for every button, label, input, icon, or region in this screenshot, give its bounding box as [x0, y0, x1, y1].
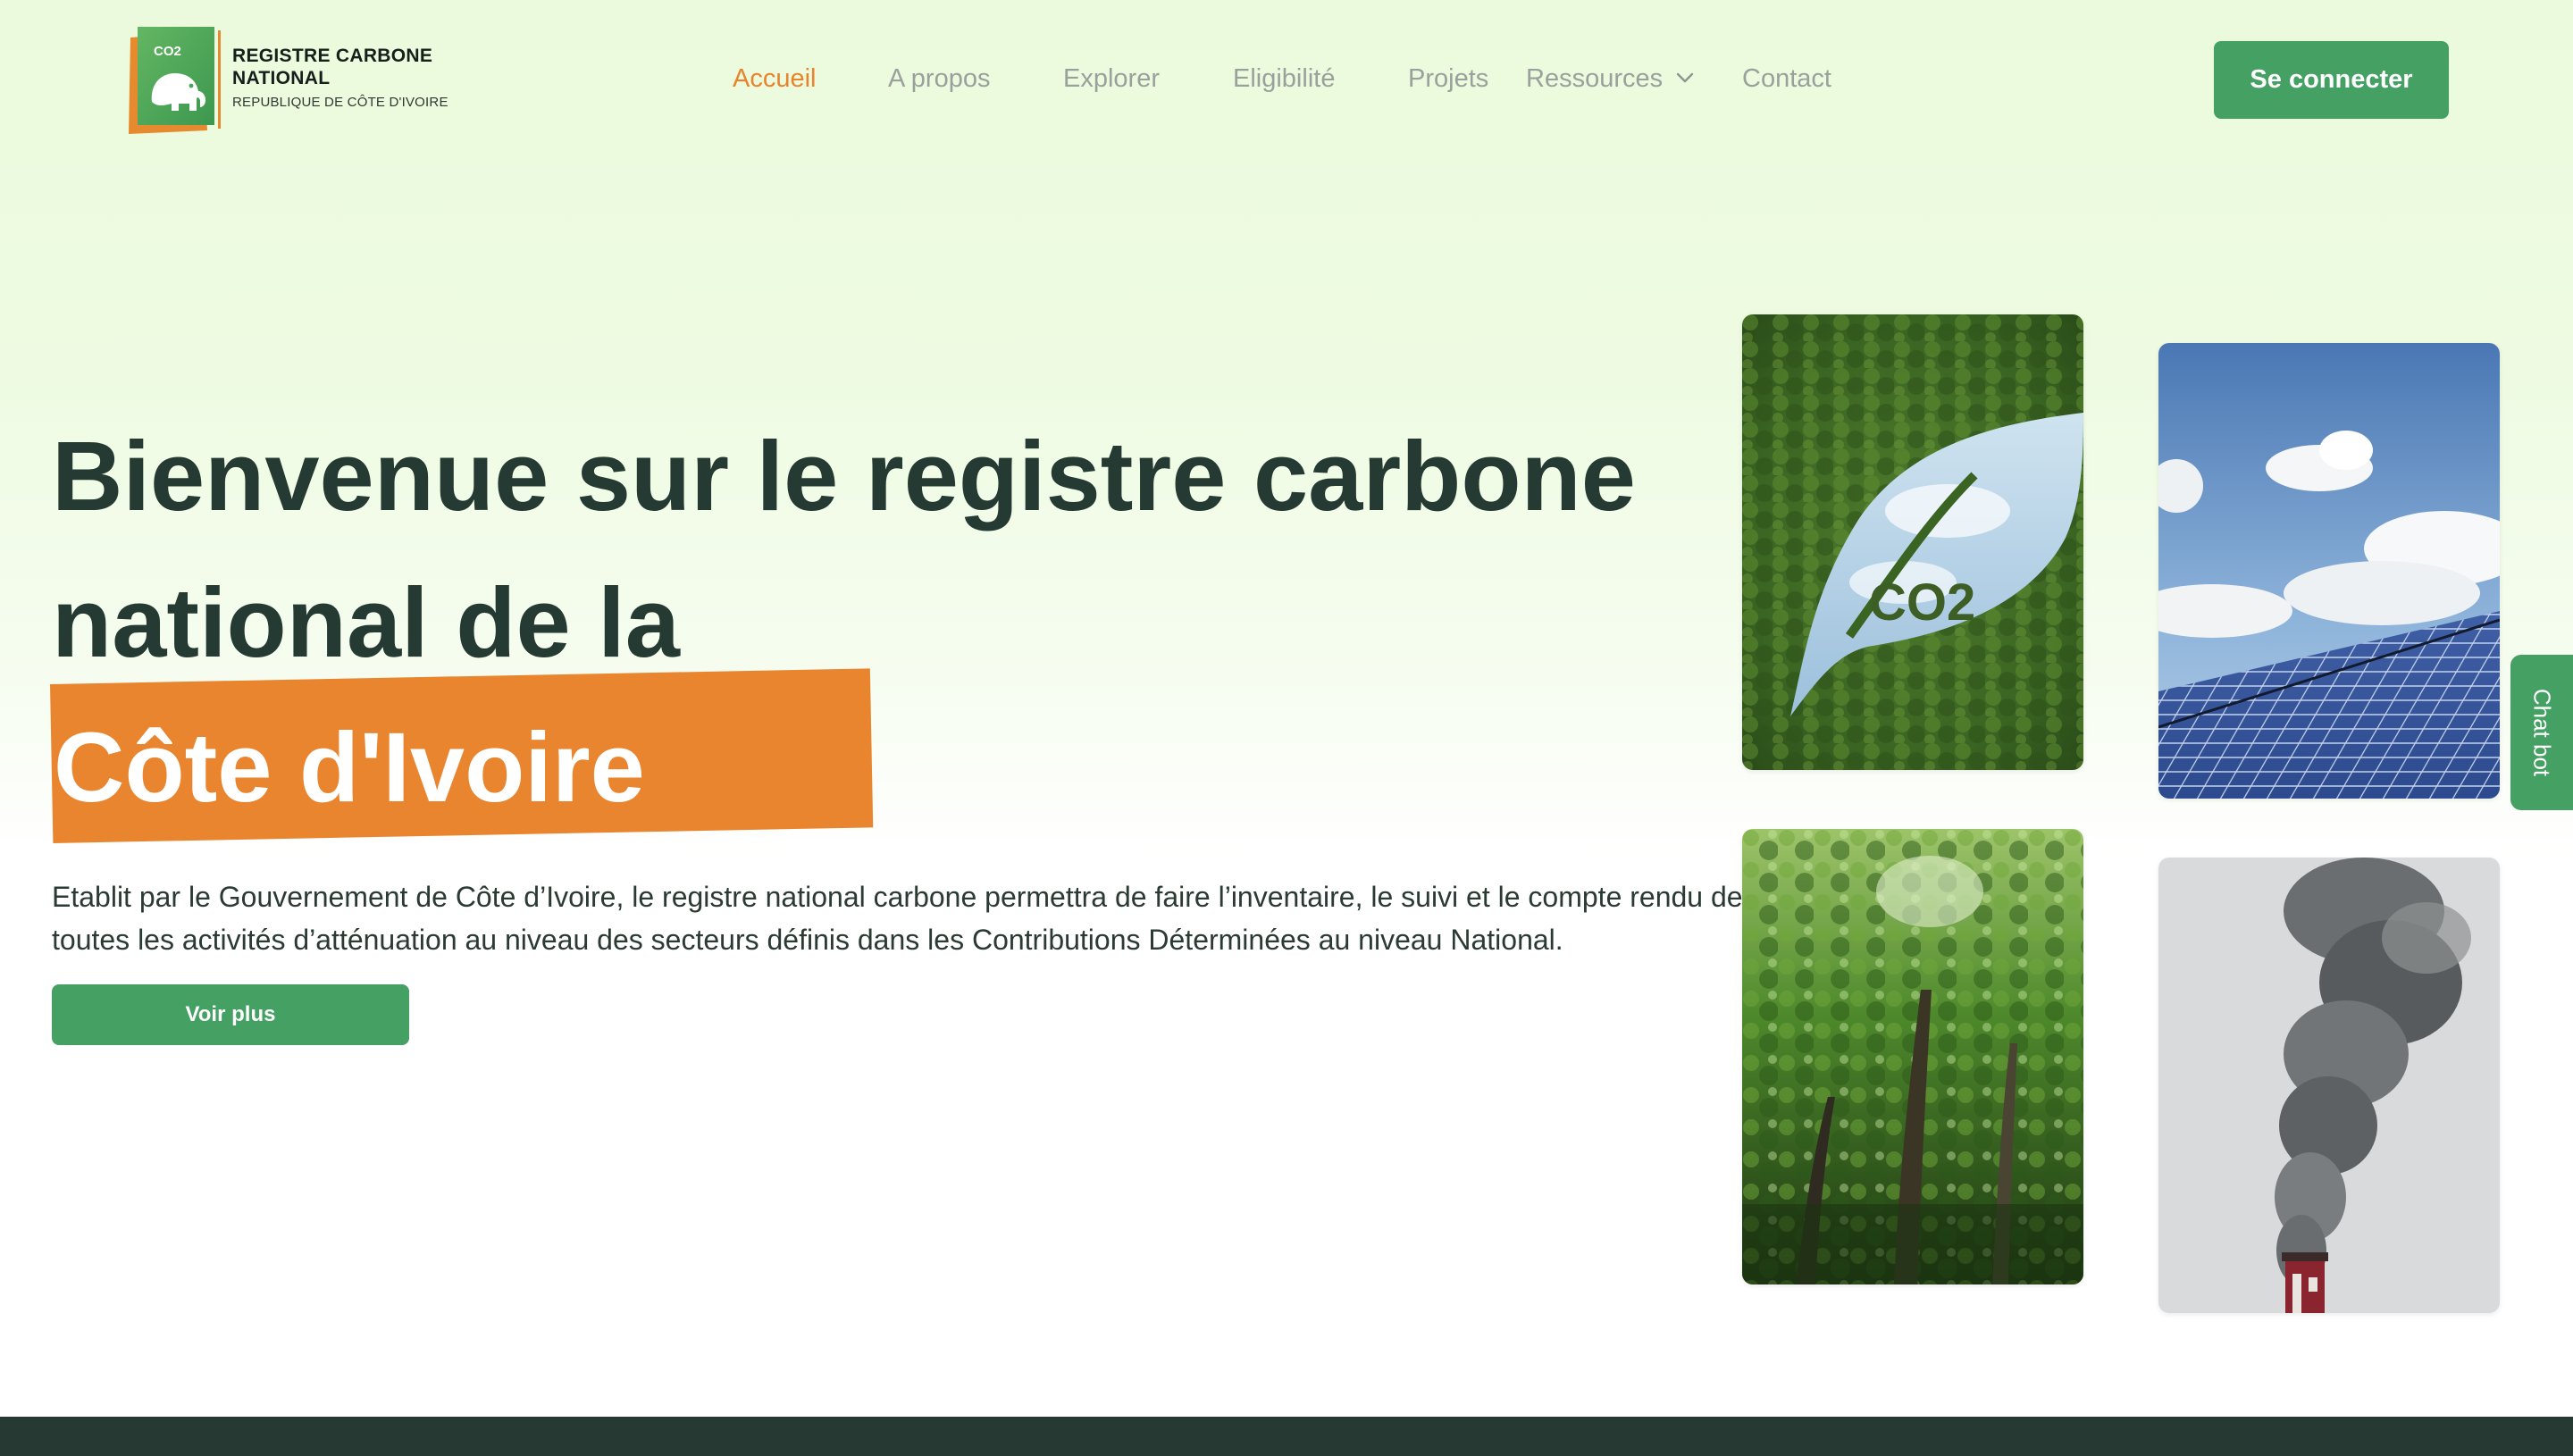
svg-text:CO2: CO2 — [154, 44, 181, 59]
login-button[interactable]: Se connecter — [2214, 41, 2449, 119]
logo-divider — [218, 30, 221, 129]
chatbot-label: Chat bot — [2528, 688, 2556, 777]
nav-eligibilite[interactable]: Eligibilité — [1233, 64, 1335, 94]
chatbot-tab[interactable]: Chat bot — [2510, 655, 2573, 810]
see-more-button[interactable]: Voir plus — [52, 984, 409, 1045]
site-header: CO2 REGISTRE CARBONE NATIONAL REPUBLIQUE… — [0, 0, 2573, 161]
hero-highlight-text: Côte d'Ivoire — [54, 713, 645, 823]
solar-panel-sky-image — [2158, 343, 2500, 799]
nav-contact[interactable]: Contact — [1742, 64, 1831, 94]
forest-co2-leaf-image: CO2 — [1742, 314, 2083, 770]
smokestack-image — [2158, 858, 2500, 1313]
nav-ressources-dropdown[interactable]: Ressources — [1526, 64, 1695, 94]
nav-a-propos[interactable]: A propos — [888, 64, 990, 94]
site-logo[interactable]: CO2 REGISTRE CARBONE NATIONAL REPUBLIQUE… — [125, 25, 465, 136]
logo-subtitle: REPUBLIQUE DE CÔTE D'IVOIRE — [232, 95, 448, 110]
hero-highlight: Côte d'Ivoire — [50, 668, 874, 850]
chevron-down-icon — [1676, 73, 1694, 83]
hero-description: Etablit par le Gouvernement de Côte d’Iv… — [52, 881, 1743, 956]
logo-title-line2: NATIONAL — [232, 68, 331, 88]
hero-title: Bienvenue sur le registre carbone nation… — [52, 422, 1636, 678]
nav-projets[interactable]: Projets — [1408, 64, 1488, 94]
nav-ressources-label: Ressources — [1526, 64, 1664, 93]
logo-title-line1: REGISTRE CARBONE — [232, 46, 433, 66]
elephant-logo-icon: CO2 — [129, 27, 214, 134]
co2-leaf-text: CO2 — [1869, 573, 1975, 632]
footer-strip — [0, 1417, 2573, 1456]
logo-text: REGISTRE CARBONE NATIONAL REPUBLIQUE DE … — [232, 45, 474, 110]
nav-explorer[interactable]: Explorer — [1063, 64, 1160, 94]
rainforest-image — [1742, 829, 2083, 1284]
nav-accueil[interactable]: Accueil — [733, 64, 817, 94]
